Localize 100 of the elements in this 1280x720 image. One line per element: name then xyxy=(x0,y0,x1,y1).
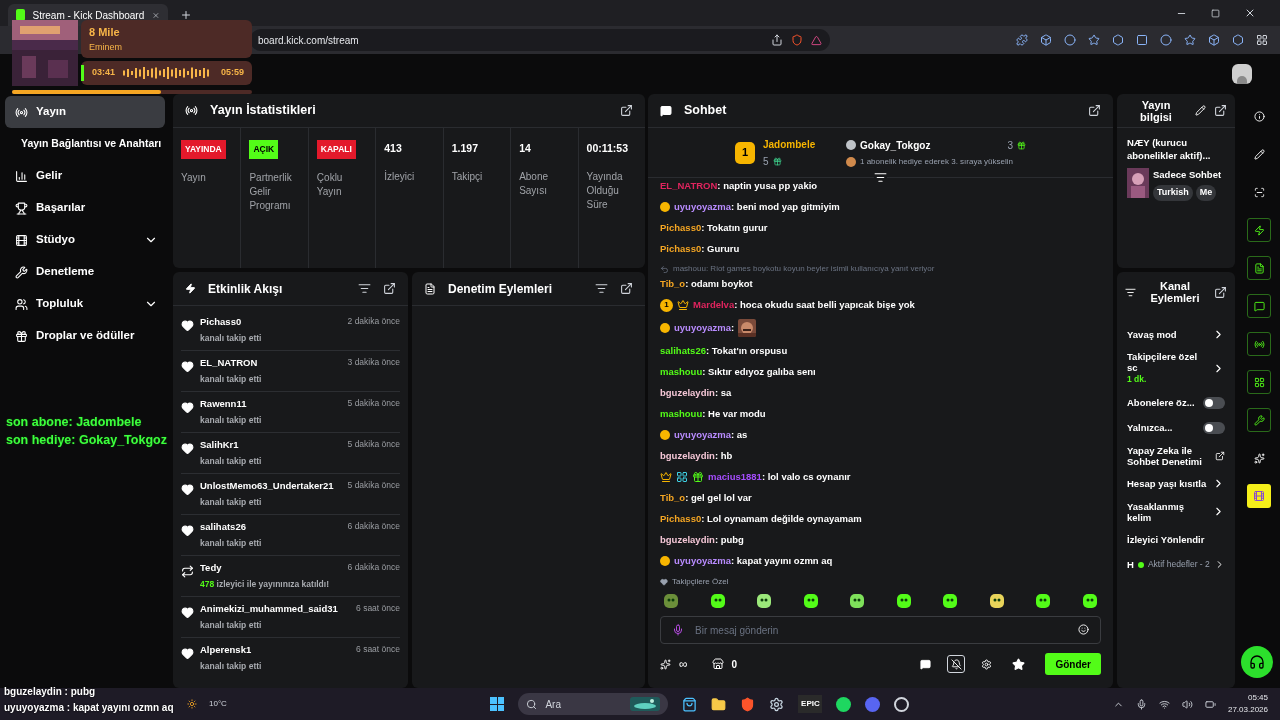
folder-icon[interactable] xyxy=(711,696,727,712)
microphone-icon[interactable] xyxy=(672,624,684,636)
mute-notifications-button[interactable] xyxy=(947,655,966,673)
emote-icon[interactable] xyxy=(1034,592,1053,610)
extension-icon[interactable] xyxy=(1040,34,1052,46)
new-tab-icon[interactable] xyxy=(180,9,192,21)
shopping-bag-icon[interactable] xyxy=(682,696,698,712)
emote-icon[interactable] xyxy=(941,592,960,610)
extension-icon[interactable] xyxy=(1184,34,1196,46)
tool-button[interactable] xyxy=(1247,332,1271,356)
event-time: 5 dakika önce xyxy=(347,397,400,410)
sidebar-item[interactable]: Yayın xyxy=(5,96,165,128)
pop-out-icon[interactable] xyxy=(1088,104,1101,117)
chat-message: bguzelaydin: pubg xyxy=(660,533,744,547)
pop-out-icon[interactable] xyxy=(620,104,633,117)
battery-icon[interactable] xyxy=(1204,698,1216,710)
emoji-icon[interactable] xyxy=(1078,624,1089,635)
share-icon[interactable] xyxy=(771,34,783,46)
filter-icon[interactable] xyxy=(358,282,371,295)
tool-button[interactable] xyxy=(1247,218,1271,242)
tool-button[interactable] xyxy=(1247,408,1271,432)
sidebar-item[interactable]: Gelir xyxy=(5,160,170,192)
external-link-icon xyxy=(1215,450,1225,461)
extension-icon[interactable] xyxy=(1160,34,1172,46)
pop-out-icon[interactable] xyxy=(620,282,633,295)
emote-icon[interactable] xyxy=(1080,592,1099,610)
emote-icon[interactable] xyxy=(987,592,1006,610)
windows-logo-icon[interactable] xyxy=(490,697,505,711)
reply-context: mashouu: Riot games boykotu koyun beyler isimli kullanıcıya yanıt veriyor xyxy=(673,263,935,275)
edit-icon[interactable] xyxy=(1195,105,1206,116)
channel-action-item[interactable]: Yapay Zeka ile Sohbet Denetimi xyxy=(1127,444,1225,467)
settings-icon[interactable] xyxy=(981,658,993,670)
shield-icon[interactable] xyxy=(791,34,803,46)
extension-icon[interactable] xyxy=(1112,34,1124,46)
channel-action-item[interactable]: İzleyici Yönlendir xyxy=(1127,531,1225,548)
url-text: board.kick.com/stream xyxy=(258,33,360,48)
chat-icon[interactable] xyxy=(920,658,932,670)
triangle-icon[interactable] xyxy=(811,34,822,46)
stat-value: 14 xyxy=(519,141,532,156)
event-text: kanalı takip etti xyxy=(200,414,263,427)
extension-icon[interactable] xyxy=(1016,34,1028,46)
store-icon[interactable] xyxy=(711,658,724,670)
stat-label: Çoklu Yayın xyxy=(316,170,344,199)
channel-action-item[interactable]: Yasaklanmış kelim xyxy=(1127,500,1225,523)
address-bar[interactable]: board.kick.com/stream xyxy=(250,29,830,51)
tool-button[interactable] xyxy=(1247,256,1271,280)
tool-button[interactable] xyxy=(1247,294,1271,318)
sidebar-item[interactable]: Droplar ve ödüller xyxy=(5,320,170,352)
tag[interactable]: Me xyxy=(1195,185,1217,201)
extension-icon[interactable] xyxy=(1136,34,1148,46)
clapperboard-button[interactable] xyxy=(1247,484,1271,508)
toggle-switch[interactable] xyxy=(1203,396,1225,409)
emote-icon[interactable] xyxy=(848,592,867,610)
event-time: 6 saat önce xyxy=(356,643,400,656)
channel-action-item[interactable]: Yavaş mod xyxy=(1127,326,1225,342)
chat-message: macius1881: lol valo cs oynanır xyxy=(708,470,851,484)
sidebar-toggle-icon[interactable] xyxy=(1256,34,1268,46)
microphone-icon[interactable] xyxy=(1135,698,1147,710)
extension-icon[interactable] xyxy=(1208,34,1220,46)
panel-title: Kanal Eylemleri xyxy=(1149,280,1201,304)
gear-icon[interactable] xyxy=(769,696,785,712)
send-button[interactable]: Gönder xyxy=(1045,653,1101,675)
channel-action-item[interactable]: Yalnızca... xyxy=(1127,419,1225,436)
volume-icon[interactable] xyxy=(1181,698,1193,710)
sidebar-item[interactable]: Topluluk xyxy=(5,288,170,320)
tag[interactable]: Turkish xyxy=(1153,185,1193,201)
tool-button[interactable] xyxy=(1247,370,1271,394)
sidebar-icon xyxy=(15,201,28,215)
pop-out-icon[interactable] xyxy=(383,282,396,295)
maximize-icon[interactable] xyxy=(1211,8,1220,18)
avatar[interactable] xyxy=(1232,64,1252,84)
sidebar-item[interactable]: Denetleme xyxy=(5,256,170,288)
sidebar-icon xyxy=(15,329,28,343)
network-icon[interactable] xyxy=(1158,698,1170,710)
heart-icon xyxy=(181,647,194,660)
channel-action-item[interactable]: Abonelere öz... xyxy=(1127,394,1225,411)
emote-icon[interactable] xyxy=(708,592,727,610)
epic-app-icon[interactable]: EPIC xyxy=(798,695,823,713)
message-input[interactable]: Bir mesaj gönderin xyxy=(660,616,1101,644)
emote-icon[interactable] xyxy=(894,592,913,610)
taskbar-search[interactable]: Ara xyxy=(518,693,669,715)
filter-icon[interactable] xyxy=(595,282,608,295)
extension-icon[interactable] xyxy=(1232,34,1244,46)
sidebar-item[interactable]: Başarılar xyxy=(5,192,170,224)
weather-icon[interactable] xyxy=(187,699,197,709)
sidebar-item[interactable]: Stüdyo xyxy=(5,224,170,256)
support-button[interactable] xyxy=(1241,646,1273,678)
emote-icon[interactable] xyxy=(755,592,774,610)
channel-action-item[interactable]: Takipçilere özel sc 1 dk. xyxy=(1127,351,1225,386)
toggle-switch[interactable] xyxy=(1203,421,1225,434)
close-icon[interactable] xyxy=(1244,7,1256,19)
pop-out-icon[interactable] xyxy=(1214,104,1227,117)
extension-icon[interactable] xyxy=(1064,34,1076,46)
channel-action-item[interactable]: Hesap yaşı kısıtla xyxy=(1127,475,1225,492)
emote-icon[interactable] xyxy=(801,592,820,610)
extension-icon[interactable] xyxy=(1088,34,1100,46)
pop-out-icon[interactable] xyxy=(1214,285,1227,299)
channel-action-item[interactable]: H Aktif hedefler - 2 xyxy=(1127,556,1225,573)
sidebar-item[interactable]: Yayın Bağlantısı ve Anahtarı xyxy=(5,128,170,160)
shield-icon[interactable] xyxy=(740,696,756,712)
